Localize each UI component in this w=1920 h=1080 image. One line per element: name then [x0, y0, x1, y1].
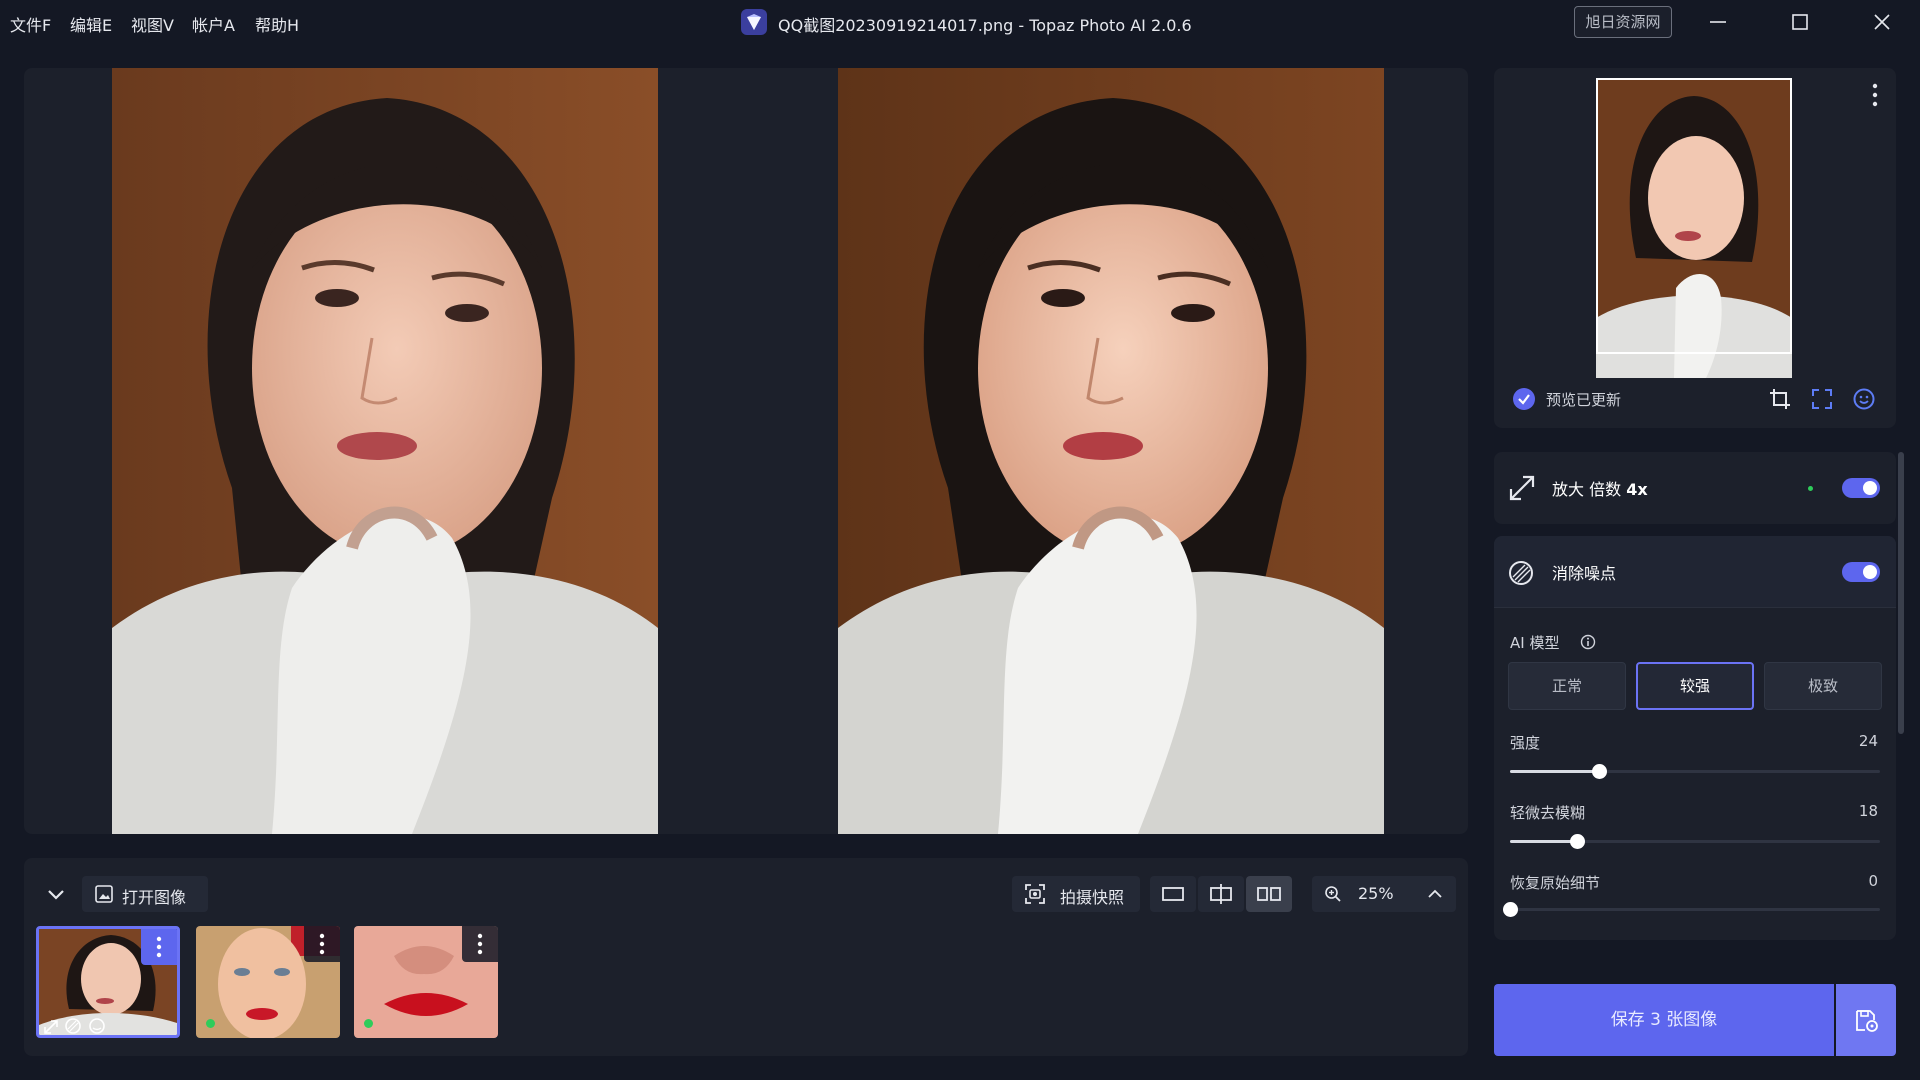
app-logo-icon [740, 8, 768, 36]
more-vertical-icon [1872, 83, 1878, 107]
image-icon [95, 885, 113, 903]
snapshot-label: 拍摄快照 [1060, 888, 1125, 907]
split-view-icon [1210, 884, 1232, 904]
open-image-button[interactable]: 打开图像 [82, 876, 208, 912]
thumbnail-2[interactable] [196, 926, 340, 1038]
upscale-filter-card[interactable]: 放大 倍数 4x [1494, 452, 1896, 524]
denoise-header[interactable]: 消除噪点 [1494, 536, 1896, 608]
upscale-icon [1509, 475, 1535, 501]
save-images-button[interactable]: 保存 3 张图像 [1494, 984, 1834, 1056]
panel-scrollbar[interactable] [1898, 452, 1904, 734]
upscale-factor: 4x [1626, 480, 1648, 499]
restore-detail-value: 0 [1868, 872, 1878, 890]
snapshot-icon [1025, 884, 1045, 904]
model-extreme-button[interactable]: 极致 [1764, 662, 1882, 710]
save-settings-icon [1856, 1010, 1878, 1032]
close-button[interactable] [1860, 6, 1904, 38]
model-strong-button[interactable]: 较强 [1636, 662, 1754, 710]
denoise-icon [1509, 561, 1533, 585]
menu-file[interactable]: 文件F [10, 12, 51, 36]
zoom-icon [1325, 886, 1341, 902]
side-by-side-icon [1257, 887, 1281, 901]
zoom-control[interactable]: 25% [1312, 876, 1456, 912]
maximize-button[interactable] [1778, 6, 1822, 38]
deblur-slider-knob[interactable] [1569, 834, 1585, 849]
upscale-toggle[interactable] [1842, 478, 1880, 498]
side-by-side-view-button[interactable] [1246, 876, 1292, 912]
denoise-title: 消除噪点 [1552, 564, 1617, 583]
info-icon[interactable] [1580, 634, 1596, 650]
fullscreen-icon[interactable] [1810, 387, 1834, 411]
denoise-toggle[interactable] [1842, 562, 1880, 582]
navigator-thumbnail[interactable] [1596, 78, 1792, 378]
more-vertical-icon [156, 936, 162, 958]
minimize-icon [1710, 21, 1726, 23]
status-dot [206, 1019, 215, 1028]
strength-slider[interactable] [1510, 764, 1880, 779]
thumbnail-menu-button[interactable] [141, 929, 177, 965]
restore-detail-label: 恢复原始细节 [1510, 874, 1601, 892]
deblur-slider-fill [1510, 840, 1577, 843]
preview-canvas[interactable] [24, 68, 1468, 834]
restore-detail-slider-knob[interactable] [1503, 902, 1518, 917]
collapse-filmstrip-button[interactable] [38, 876, 74, 912]
close-icon [1874, 14, 1890, 30]
status-dot [1808, 486, 1813, 491]
applied-filters-icons [44, 1018, 105, 1034]
upscale-title-text: 放大 倍数 [1552, 480, 1622, 499]
menu-view[interactable]: 视图V [131, 12, 174, 36]
chevron-up-icon[interactable] [1426, 886, 1444, 902]
deblur-slider[interactable] [1510, 834, 1880, 849]
window-title: QQ截图20230919214017.png - Topaz Photo AI … [778, 16, 1192, 35]
face-icon[interactable] [1852, 387, 1876, 411]
strength-slider-fill [1510, 770, 1599, 773]
model-normal-button[interactable]: 正常 [1508, 662, 1626, 710]
preview-status-label: 预览已更新 [1546, 391, 1622, 409]
original-photo[interactable] [112, 68, 658, 834]
deblur-value: 18 [1858, 802, 1878, 820]
thumbnail-menu-button[interactable] [304, 926, 340, 962]
thumbnail-1[interactable] [36, 926, 180, 1038]
more-vertical-icon [319, 933, 325, 955]
zoom-level: 25% [1358, 884, 1394, 903]
menu-edit[interactable]: 编辑E [70, 12, 112, 36]
navigator-viewport-frame[interactable] [1596, 78, 1792, 354]
chevron-down-icon [48, 890, 64, 900]
denoise-filter-card: 消除噪点 AI 模型 正常 较强 极致 强度 24 轻微去模糊 18 恢复原始细… [1494, 536, 1896, 940]
save-options-button[interactable] [1836, 984, 1896, 1056]
thumbnail-3[interactable] [354, 926, 498, 1038]
check-circle-icon [1513, 388, 1535, 410]
crop-icon[interactable] [1768, 387, 1792, 411]
strength-label: 强度 [1510, 734, 1541, 752]
strength-value: 24 [1858, 732, 1878, 750]
resource-site-button[interactable]: 旭日资源网 [1574, 6, 1672, 38]
minimize-button[interactable] [1696, 6, 1740, 38]
navigator-panel: 预览已更新 [1494, 68, 1896, 428]
title-bar: 文件F 编辑E 视图V 帐户A 帮助H QQ截图20230919214017.p… [0, 0, 1920, 44]
upscale-title: 放大 倍数 4x [1552, 476, 1648, 500]
status-dot [364, 1019, 373, 1028]
more-vertical-icon [477, 933, 483, 955]
navigator-menu-button[interactable] [1870, 82, 1880, 112]
open-image-label: 打开图像 [122, 888, 187, 907]
maximize-icon [1792, 14, 1808, 30]
enhanced-photo[interactable] [838, 68, 1384, 834]
thumbnail-menu-button[interactable] [462, 926, 498, 962]
single-view-button[interactable] [1150, 876, 1196, 912]
strength-slider-knob[interactable] [1591, 764, 1607, 779]
menu-help[interactable]: 帮助H [255, 12, 299, 36]
preview-status: 预览已更新 [1512, 385, 1892, 415]
menu-account[interactable]: 帐户A [192, 12, 235, 36]
single-view-icon [1162, 887, 1184, 901]
snapshot-button[interactable]: 拍摄快照 [1012, 876, 1140, 912]
restore-detail-slider[interactable] [1503, 902, 1880, 917]
ai-model-label: AI 模型 [1510, 634, 1560, 652]
filmstrip-panel: 打开图像 拍摄快照 25% [24, 858, 1468, 1056]
deblur-label: 轻微去模糊 [1510, 804, 1586, 822]
split-view-button[interactable] [1198, 876, 1244, 912]
